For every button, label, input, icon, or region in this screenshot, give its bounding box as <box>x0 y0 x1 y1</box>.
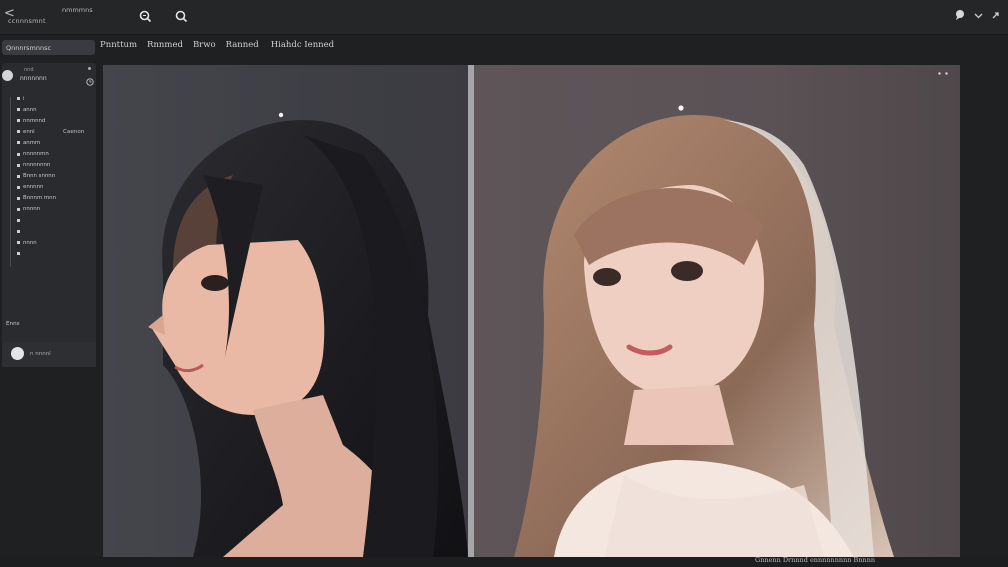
layer-item[interactable]: i <box>6 93 96 104</box>
layer-bullet-icon <box>17 97 20 101</box>
zoom-in-icon[interactable] <box>138 9 153 24</box>
layer-item-label: anmm <box>23 139 41 146</box>
expand-icon[interactable] <box>991 11 1000 20</box>
chat-icon[interactable] <box>954 9 966 21</box>
layer-item-label: nnnn <box>23 239 37 246</box>
avatar[interactable] <box>2 70 13 81</box>
tab-5[interactable]: Hiahdc Ienned <box>271 40 334 50</box>
layer-bullet-icon <box>17 163 20 167</box>
layer-bullet-icon <box>17 130 20 134</box>
image-canvas[interactable] <box>103 65 960 557</box>
tab-3[interactable]: Brwo <box>193 40 216 50</box>
layer-item-label: annn <box>23 106 37 113</box>
status-bar-text: Gnnenn Drnnnd ennnnnnnnn Bnnnn <box>755 556 876 564</box>
layer-bullet-icon <box>17 252 20 256</box>
layer-item[interactable]: nnnnnnnn <box>6 160 96 171</box>
search-input[interactable] <box>6 41 92 54</box>
layer-item[interactable]: nnnn <box>6 237 96 248</box>
user-avatar[interactable] <box>11 347 24 360</box>
layer-item[interactable]: anmm <box>6 137 96 148</box>
layer-bullet-icon <box>17 185 20 189</box>
layer-item-aside: Caenon <box>63 128 85 135</box>
tab-bar: Pnnttum Rnnmed Brwo Ranned Hiahdc Ienned <box>100 36 334 54</box>
layer-item[interactable]: Bnnnm mnn <box>6 193 96 204</box>
layer-bullet-icon <box>17 152 20 156</box>
layer-bullet-icon <box>17 108 20 112</box>
layer-bullet-icon <box>17 119 20 123</box>
pane-menu-icon[interactable] <box>938 72 948 75</box>
top-caption: nmmmns <box>62 6 93 14</box>
layer-item[interactable]: nnnnn <box>6 204 96 215</box>
layer-item-label: ennl <box>23 128 35 135</box>
sidebar: nnd nnnnnnn i annn nnmnnd ennl Caenon anmm nnn… <box>0 36 98 567</box>
panel-header: nnd nnnnnnn <box>2 63 96 89</box>
portrait-light-hair-illustration <box>514 105 894 557</box>
top-toolbar: < ccnnnsmnt nmmmns <box>0 0 1008 35</box>
layer-item-label: i <box>23 95 25 102</box>
portrait-image-right[interactable] <box>474 65 960 557</box>
layer-item[interactable]: nnmnnd <box>6 115 96 126</box>
layer-item-label: nnnnnnnn <box>23 162 51 169</box>
layer-bullet-icon <box>17 174 20 178</box>
layer-item[interactable]: annn <box>6 104 96 115</box>
panel-title: nnnnnnn <box>20 75 47 82</box>
panel-subtitle: nnd <box>24 67 34 73</box>
user-card-text: n nnnnl <box>30 351 51 357</box>
layer-item[interactable]: nnnnnmn <box>6 148 96 159</box>
search-icon[interactable] <box>174 9 189 24</box>
layer-bullet-icon <box>17 207 20 211</box>
chevron-down-icon[interactable] <box>974 11 983 20</box>
layer-item[interactable] <box>6 215 96 226</box>
menu-dot-icon[interactable] <box>88 67 91 70</box>
user-card[interactable]: n nnnnl <box>2 342 96 367</box>
layer-item[interactable]: ennnnn <box>6 182 96 193</box>
layer-bullet-icon <box>17 219 20 223</box>
layer-bullet-icon <box>17 230 20 234</box>
layer-bullet-icon <box>17 241 20 245</box>
layer-item-label: Bnnn snnnn <box>23 173 56 180</box>
layer-item[interactable]: ennl Caenon <box>6 126 96 137</box>
panel-footer-label: Enns <box>6 321 20 327</box>
layer-item-label: nnnnn <box>23 206 41 213</box>
layer-bullet-icon <box>17 196 20 200</box>
layer-item-label: nnnnnmn <box>23 151 49 158</box>
tab-4[interactable]: Ranned <box>226 40 259 50</box>
portrait-dark-hair-illustration <box>148 112 468 557</box>
layer-item[interactable]: Bnnn snnnn <box>6 171 96 182</box>
layers-panel: nnd nnnnnnn i annn nnmnnd ennl Caenon anmm nnn… <box>2 63 96 367</box>
clock-icon[interactable] <box>86 78 94 86</box>
layer-item[interactable] <box>6 226 96 237</box>
layer-item-label: Bnnnm mnn <box>23 195 56 202</box>
search-box[interactable] <box>2 40 95 55</box>
tab-1[interactable]: Pnnttum <box>100 40 137 50</box>
layer-item[interactable] <box>6 248 96 259</box>
layer-item-label: ennnnn <box>23 184 44 191</box>
layer-list: i annn nnmnnd ennl Caenon anmm nnnnnmn nnnnnnnn… <box>6 93 96 259</box>
layer-bullet-icon <box>17 141 20 145</box>
layer-item-label: nnmnnd <box>23 117 46 124</box>
window-controls <box>954 9 1000 21</box>
app-title: ccnnnsmnt <box>8 17 46 25</box>
tab-2[interactable]: Rnnmed <box>147 40 183 50</box>
portrait-image-left[interactable] <box>103 65 468 557</box>
